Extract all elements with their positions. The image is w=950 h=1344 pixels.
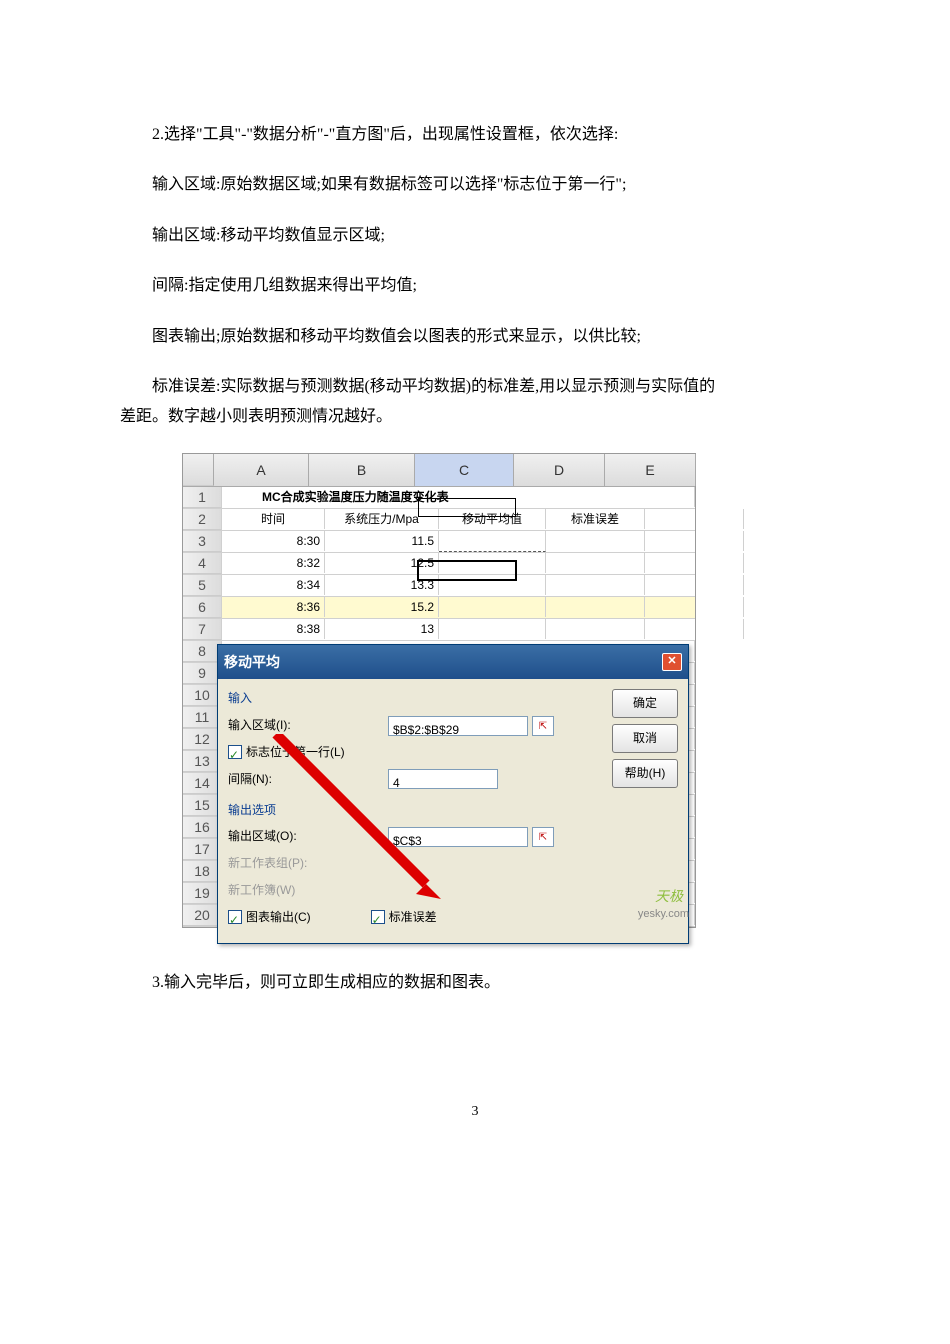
chart-output-label: 图表输出(C) [246,906,311,929]
first-row-label: 标志位于第一行(L) [246,741,345,764]
watermark-text: yesky.com [638,904,689,925]
paragraph-chart-output: 图表输出;原始数据和移动平均数值会以图表的形式来显示，以供比较; [120,322,830,352]
new-book-label: 新工作簿(W) [228,879,295,902]
interval-label: 间隔(N): [228,768,388,791]
row-header[interactable]: 6 [183,597,222,618]
close-icon[interactable]: ✕ [662,653,682,671]
input-range-label: 输入区域(I): [228,714,388,737]
cell-B4[interactable]: 12.5 [325,553,439,573]
cell-A7[interactable]: 8:38 [222,619,325,639]
col-header-C[interactable]: C [415,454,514,487]
group-output-label: 输出选项 [228,799,678,822]
header-pressure[interactable]: 系统压力/Mpa [325,509,439,529]
stderr-label: 标准误差 [389,906,437,929]
range-picker-icon[interactable]: ⇱ [532,716,554,736]
paragraph-step2: 2.选择"工具"-"数据分析"-"直方图"后，出现属性设置框，依次选择: [120,120,830,150]
row-header-1[interactable]: 1 [183,487,222,508]
cell-A3[interactable]: 8:30 [222,531,325,551]
paragraph-output-range: 输出区域:移动平均数值显示区域; [120,221,830,251]
header-moving-avg[interactable]: 移动平均值 [439,509,546,529]
cell-B6[interactable]: 15.2 [325,597,439,617]
cancel-button[interactable]: 取消 [612,724,678,753]
output-range-field[interactable]: $C$3 [388,827,528,847]
cell-B5[interactable]: 13.3 [325,575,439,595]
col-header-E[interactable]: E [605,454,696,487]
help-button[interactable]: 帮助(H) [612,759,678,788]
dialog-title: 移动平均 [224,649,280,676]
paragraph-input-range: 输入区域:原始数据区域;如果有数据标签可以选择"标志位于第一行"; [120,170,830,200]
row-header[interactable]: 5 [183,575,222,596]
interval-field[interactable]: 4 [388,769,498,789]
paragraph-step3: 3.输入完毕后，则可立即生成相应的数据和图表。 [120,968,830,998]
paragraph-stderr-1: 标准误差:实际数据与预测数据(移动平均数据)的标准差,用以显示预测与实际值的 [120,372,830,402]
cell-B3[interactable]: 11.5 [325,531,439,551]
row-header-2[interactable]: 2 [183,509,222,530]
range-picker-icon[interactable]: ⇱ [532,827,554,847]
moving-average-dialog[interactable]: 移动平均 ✕ 确定 取消 帮助(H) 输入 输入区域(I): $B$2:$B$2… [217,644,689,944]
cell-A4[interactable]: 8:32 [222,553,325,573]
paragraph-stderr-2: 差距。数字越小则表明预测情况越好。 [120,402,830,432]
screenshot-excel-moving-average: A B C D E 1 MC合成实验温度压力随温度变化表 2 时间 系统压力/M… [182,453,696,929]
chart-output-checkbox[interactable] [228,910,242,924]
first-row-checkbox[interactable] [228,745,242,759]
ok-button[interactable]: 确定 [612,689,678,718]
output-range-label: 输出区域(O): [228,825,388,848]
row-header[interactable]: 4 [183,553,222,574]
row-header[interactable]: 3 [183,531,222,552]
paragraph-interval: 间隔:指定使用几组数据来得出平均值; [120,271,830,301]
column-header-row: A B C D E [183,454,695,488]
new-sheet-label: 新工作表组(P): [228,852,307,875]
cell-B7[interactable]: 13 [325,619,439,639]
row-header[interactable]: 7 [183,619,222,640]
input-range-field[interactable]: $B$2:$B$29 [388,716,528,736]
group-input-label: 输入 [228,687,678,710]
col-header-B[interactable]: B [309,454,415,487]
header-time[interactable]: 时间 [222,509,325,529]
stderr-checkbox[interactable] [371,910,385,924]
header-stderr[interactable]: 标准误差 [546,509,645,529]
cell-A5[interactable]: 8:34 [222,575,325,595]
merged-title-cell[interactable]: MC合成实验温度压力随温度变化表 [222,487,695,507]
col-header-D[interactable]: D [514,454,605,487]
cell-A6[interactable]: 8:36 [222,597,325,617]
page-number: 3 [120,1099,830,1126]
col-header-A[interactable]: A [214,454,309,487]
